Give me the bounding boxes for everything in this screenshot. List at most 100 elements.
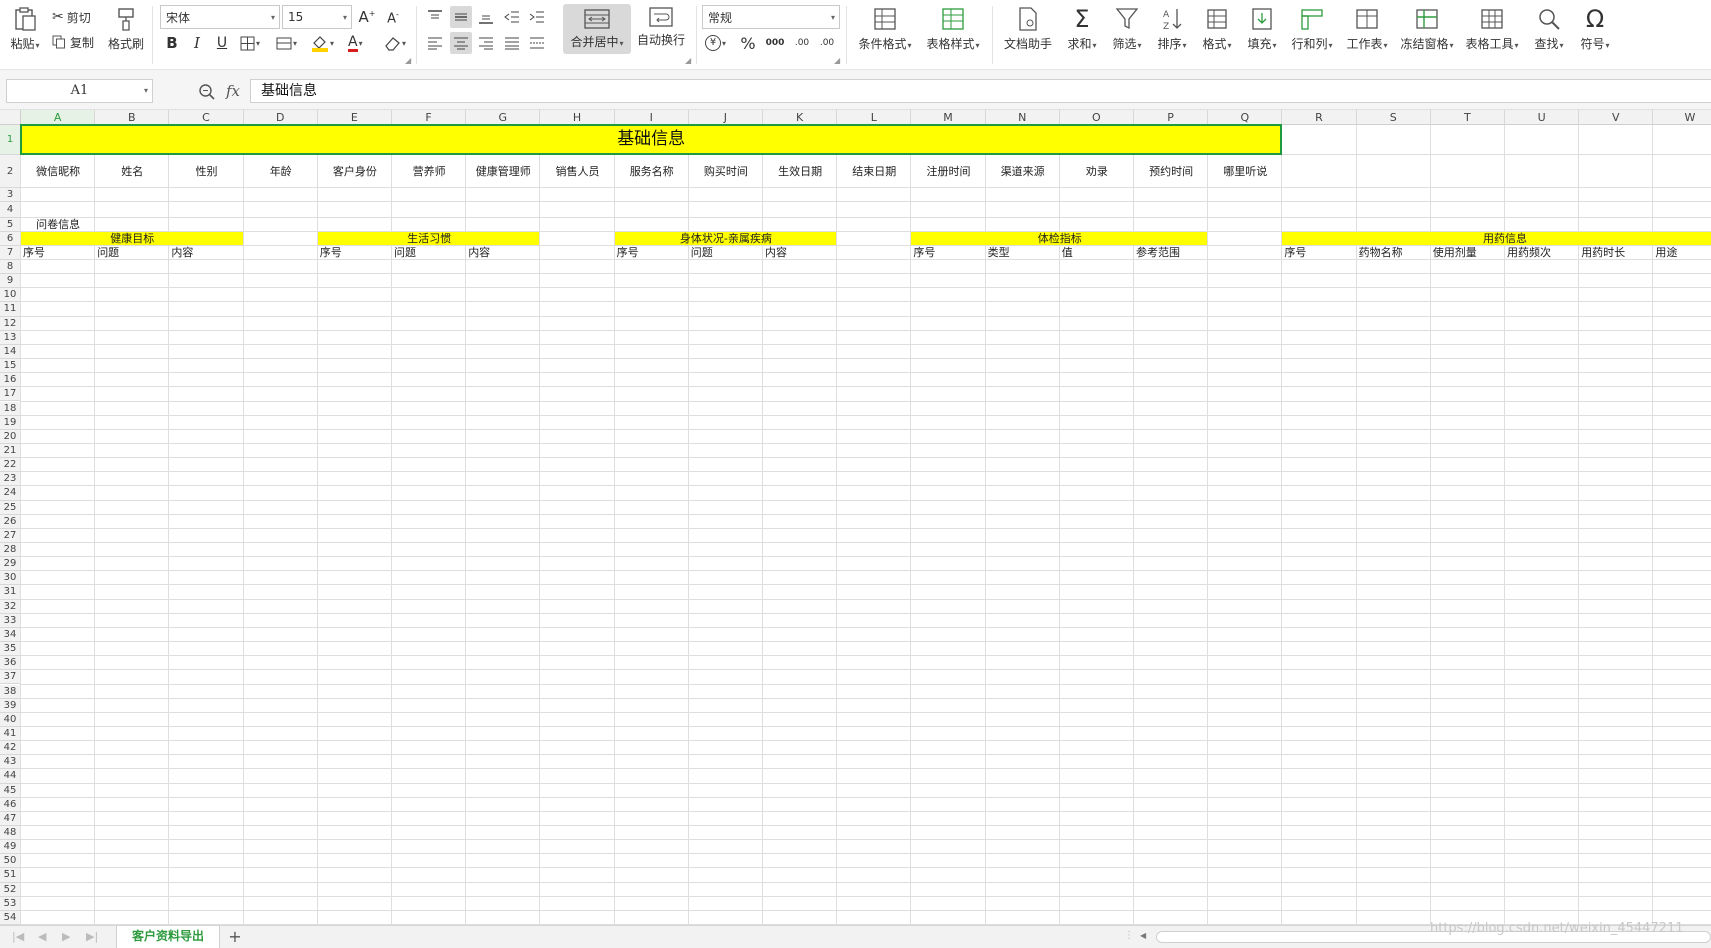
section-column-header[interactable]: 用药频次 [1505, 246, 1579, 260]
row-header-20[interactable]: 20 [0, 429, 21, 444]
row-header-47[interactable]: 47 [0, 811, 21, 826]
column-header-f[interactable]: F [392, 110, 467, 125]
row-header-4[interactable]: 4 [0, 202, 21, 218]
header-cell[interactable]: 微信昵称 [21, 155, 95, 188]
section-column-header[interactable]: 问题 [392, 246, 466, 260]
section-column-header[interactable]: 问题 [689, 246, 763, 260]
section-column-header[interactable]: 参考范围 [1134, 246, 1208, 260]
section-column-header[interactable]: 序号 [1282, 246, 1356, 260]
name-box[interactable]: A1 ▾ [6, 79, 153, 103]
section-title[interactable]: 健康目标 [21, 232, 244, 246]
filter-button[interactable]: 筛选▾ [1107, 6, 1147, 58]
column-header-b[interactable]: B [95, 110, 170, 125]
paste-button[interactable]: 粘贴▾ [6, 6, 44, 58]
section-title[interactable]: 身体状况-亲属疾病 [615, 232, 838, 246]
header-cell[interactable]: 劝录 [1060, 155, 1134, 188]
column-header-r[interactable]: R [1282, 110, 1357, 125]
row-header-34[interactable]: 34 [0, 627, 21, 643]
sheet-tab[interactable]: 客户资料导出 [116, 926, 220, 948]
section-title[interactable]: 体检指标 [911, 232, 1208, 246]
row-header-25[interactable]: 25 [0, 500, 21, 515]
table-tools-button[interactable]: 表格工具▾ [1463, 6, 1521, 58]
section-column-header[interactable]: 序号 [911, 246, 985, 260]
percent-button[interactable]: % [739, 33, 757, 53]
row-header-28[interactable]: 28 [0, 543, 21, 558]
row-header-16[interactable]: 16 [0, 373, 21, 388]
align-top-button[interactable] [425, 7, 445, 27]
header-cell[interactable]: 健康管理师 [466, 155, 540, 188]
row-header-26[interactable]: 26 [0, 514, 21, 529]
header-cell[interactable]: 结束日期 [837, 155, 911, 188]
clear-button[interactable]: ▾ [384, 33, 406, 53]
scroll-left-icon[interactable]: ◀ [1140, 931, 1146, 940]
section-column-header[interactable]: 序号 [318, 246, 392, 260]
column-header-e[interactable]: E [317, 110, 392, 125]
font-size-select[interactable]: 15 ▾ [282, 5, 352, 29]
borders-button[interactable]: ▾ [240, 34, 260, 52]
merge-center-button[interactable]: 合并居中▾ [563, 4, 631, 54]
zoom-icon[interactable] [198, 83, 216, 101]
row-header-39[interactable]: 39 [0, 698, 21, 713]
worksheet-button[interactable]: 工作表▾ [1342, 6, 1392, 58]
column-header-k[interactable]: K [763, 110, 838, 125]
row-header-22[interactable]: 22 [0, 458, 21, 473]
header-cell[interactable]: 销售人员 [540, 155, 614, 188]
row-header-6[interactable]: 6 [0, 232, 21, 246]
header-cell[interactable]: 营养师 [392, 155, 466, 188]
number-format-select[interactable]: 常规 ▾ [702, 5, 840, 29]
row-header-12[interactable]: 12 [0, 316, 21, 331]
row-header-33[interactable]: 33 [0, 613, 21, 628]
fill-button[interactable]: 填充▾ [1242, 6, 1282, 58]
first-sheet-icon[interactable]: |◀ [12, 930, 24, 943]
section-column-header[interactable]: 用药时长 [1579, 246, 1653, 260]
header-cell[interactable]: 生效日期 [763, 155, 837, 188]
column-header-g[interactable]: G [466, 110, 541, 125]
row-header-14[interactable]: 14 [0, 344, 21, 360]
sum-button[interactable]: Σ 求和▾ [1062, 6, 1102, 58]
column-header-l[interactable]: L [837, 110, 912, 125]
column-header-d[interactable]: D [243, 110, 318, 125]
column-header-o[interactable]: O [1059, 110, 1134, 125]
column-header-s[interactable]: S [1356, 110, 1431, 125]
cut-button[interactable]: ✂ 剪切 [52, 8, 91, 26]
row-header-15[interactable]: 15 [0, 359, 21, 374]
row-header-13[interactable]: 13 [0, 330, 21, 345]
column-header-q[interactable]: Q [1208, 110, 1283, 125]
row-header-42[interactable]: 42 [0, 741, 21, 756]
row-header-19[interactable]: 19 [0, 415, 21, 430]
symbol-button[interactable]: Ω 符号▾ [1574, 6, 1616, 58]
decrease-decimal-button[interactable]: .00 [817, 33, 837, 53]
format-painter-button[interactable]: 格式刷 [106, 6, 146, 58]
row-header-37[interactable]: 37 [0, 670, 21, 685]
row-header-32[interactable]: 32 [0, 599, 21, 614]
select-all-corner[interactable] [0, 110, 21, 125]
header-cell[interactable]: 年龄 [244, 155, 318, 188]
row-header-31[interactable]: 31 [0, 585, 21, 600]
row-header-3[interactable]: 3 [0, 188, 21, 202]
formula-input[interactable]: 基础信息 [250, 79, 1711, 103]
row-header-36[interactable]: 36 [0, 656, 21, 671]
section-column-header[interactable]: 序号 [21, 246, 95, 260]
section-column-header[interactable]: 用途 [1653, 246, 1711, 260]
row-header-30[interactable]: 30 [0, 571, 21, 586]
row-header-52[interactable]: 52 [0, 882, 21, 897]
column-header-p[interactable]: P [1134, 110, 1209, 125]
row-header-23[interactable]: 23 [0, 472, 21, 487]
section-column-header[interactable]: 类型 [986, 246, 1060, 260]
cell-style-button[interactable]: ▾ [276, 34, 297, 52]
distribute-button[interactable] [527, 33, 547, 53]
row-header-38[interactable]: 38 [0, 684, 21, 699]
doc-helper-button[interactable]: 文档助手 [1000, 6, 1056, 58]
row-header-45[interactable]: 45 [0, 783, 21, 798]
column-header-a[interactable]: A [21, 110, 96, 125]
decrease-font-button[interactable]: A- [383, 8, 403, 28]
sort-button[interactable]: AZ 排序▾ [1152, 6, 1192, 58]
align-left-button[interactable] [425, 33, 445, 53]
italic-button[interactable]: I [188, 33, 206, 53]
row-header-18[interactable]: 18 [0, 401, 21, 416]
format-button[interactable]: 格式▾ [1197, 6, 1237, 58]
column-header-t[interactable]: T [1430, 110, 1505, 125]
scroll-split-handle[interactable]: ⋮ [1124, 930, 1134, 941]
increase-decimal-button[interactable]: .00 [792, 33, 812, 53]
fill-color-button[interactable]: ▾ [311, 33, 334, 53]
